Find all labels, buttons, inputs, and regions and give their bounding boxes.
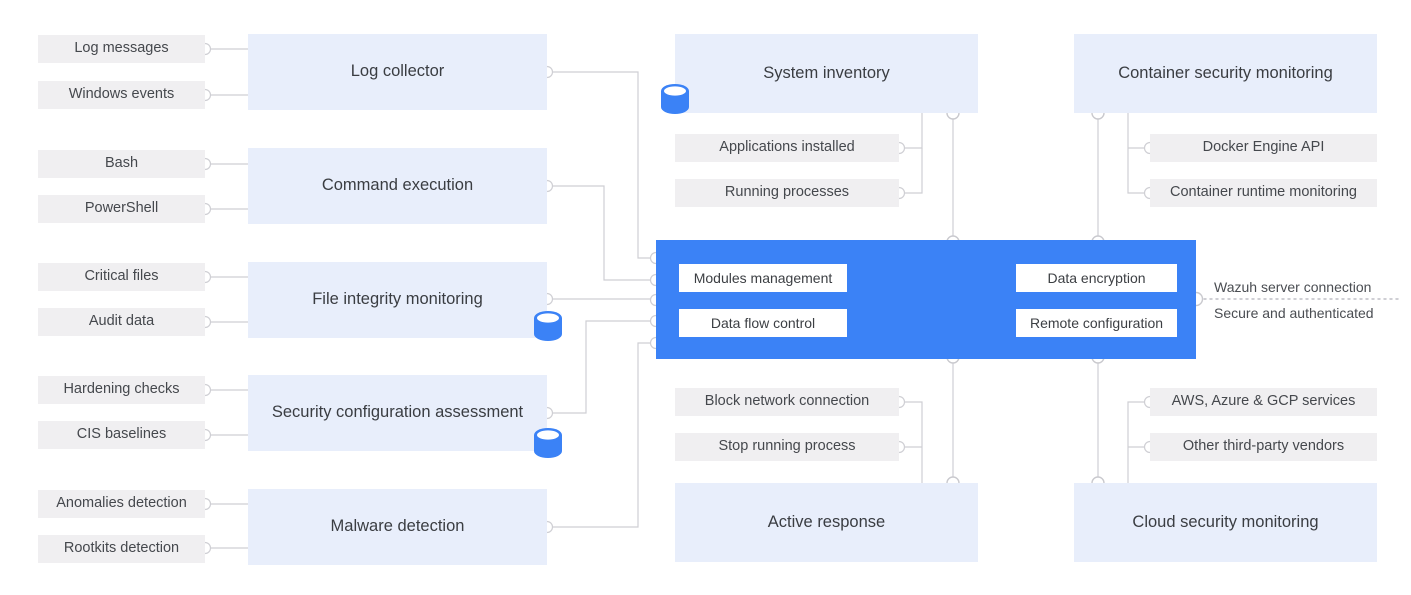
module-label: Log collector <box>350 62 445 81</box>
diagram-canvas: Log messages Windows events Log collecto… <box>0 0 1411 595</box>
database-icon-security-configuration <box>531 425 565 461</box>
module-log-collector[interactable]: Log collector <box>248 34 547 110</box>
chip-label: Anomalies detection <box>56 495 187 512</box>
chip-label: Block network connection <box>704 393 870 410</box>
module-command-execution[interactable]: Command execution <box>248 148 547 224</box>
daemon-chip-modules-management[interactable]: Modules management <box>679 264 847 292</box>
daemon-chip-data-flow-control[interactable]: Data flow control <box>679 309 847 337</box>
item-chip-other-third-party-vendors[interactable]: Other third-party vendors <box>1150 433 1377 461</box>
subchip-label: Remote configuration <box>1029 315 1164 331</box>
chip-label: CIS baselines <box>76 426 167 443</box>
input-chip-windows-events[interactable]: Windows events <box>38 81 205 109</box>
subchip-label: Data flow control <box>710 315 816 331</box>
chip-label: Bash <box>104 155 139 172</box>
chip-label: Docker Engine API <box>1202 139 1325 156</box>
chip-label: Stop running process <box>718 438 856 455</box>
chip-label: Windows events <box>68 86 175 103</box>
chip-label: Audit data <box>88 313 155 330</box>
input-chip-audit-data[interactable]: Audit data <box>38 308 205 336</box>
input-chip-critical-files[interactable]: Critical files <box>38 263 205 291</box>
item-chip-stop-running-process[interactable]: Stop running process <box>675 433 899 461</box>
module-label: Container security monitoring <box>1118 63 1333 82</box>
input-chip-rootkits-detection[interactable]: Rootkits detection <box>38 535 205 563</box>
item-chip-docker-engine-api[interactable]: Docker Engine API <box>1150 134 1377 162</box>
server-connection-sublabel: Secure and authenticated <box>1214 305 1374 321</box>
module-label: File integrity monitoring <box>312 290 483 309</box>
chip-label: Hardening checks <box>63 381 180 398</box>
module-label: System inventory <box>763 63 890 82</box>
module-label: Command execution <box>321 176 474 195</box>
item-chip-applications-installed[interactable]: Applications installed <box>675 134 899 162</box>
daemon-chip-remote-configuration[interactable]: Remote configuration <box>1016 309 1177 337</box>
module-container-security-monitoring[interactable]: Container security monitoring <box>1074 34 1377 113</box>
daemon-chip-data-encryption[interactable]: Data encryption <box>1016 264 1177 292</box>
module-active-response[interactable]: Active response <box>675 483 978 562</box>
chip-label: Critical files <box>84 268 159 285</box>
module-label: Malware detection <box>330 517 465 536</box>
database-icon-system-inventory <box>658 81 692 117</box>
agent-daemon-block[interactable] <box>656 240 1196 359</box>
item-chip-block-network-connection[interactable]: Block network connection <box>675 388 899 416</box>
input-chip-log-messages[interactable]: Log messages <box>38 35 205 63</box>
subchip-label: Modules management <box>693 270 833 286</box>
subchip-label: Data encryption <box>1047 270 1146 286</box>
chip-label: Applications installed <box>719 139 855 156</box>
chip-label: Other third-party vendors <box>1182 438 1345 455</box>
module-label: Active response <box>767 512 886 531</box>
item-chip-aws-azure-gcp-services[interactable]: AWS, Azure & GCP services <box>1150 388 1377 416</box>
chip-label: Container runtime monitoring <box>1170 184 1357 201</box>
module-security-configuration-assessment[interactable]: Security configuration assessment <box>248 375 547 451</box>
database-icon-file-integrity <box>531 308 565 344</box>
chip-label: PowerShell <box>84 200 159 217</box>
input-chip-cis-baselines[interactable]: CIS baselines <box>38 421 205 449</box>
server-connection-label: Wazuh server connection <box>1214 279 1372 295</box>
input-chip-bash[interactable]: Bash <box>38 150 205 178</box>
item-chip-container-runtime-monitoring[interactable]: Container runtime monitoring <box>1150 179 1377 207</box>
chip-label: AWS, Azure & GCP services <box>1171 393 1356 410</box>
module-label: Security configuration assessment <box>271 403 524 422</box>
module-label: Cloud security monitoring <box>1132 512 1319 531</box>
input-chip-hardening-checks[interactable]: Hardening checks <box>38 376 205 404</box>
chip-label: Rootkits detection <box>63 540 180 557</box>
input-chip-anomalies-detection[interactable]: Anomalies detection <box>38 490 205 518</box>
module-system-inventory[interactable]: System inventory <box>675 34 978 113</box>
item-chip-running-processes[interactable]: Running processes <box>675 179 899 207</box>
module-file-integrity-monitoring[interactable]: File integrity monitoring <box>248 262 547 338</box>
module-malware-detection[interactable]: Malware detection <box>248 489 547 565</box>
chip-label: Running processes <box>724 184 850 201</box>
module-cloud-security-monitoring[interactable]: Cloud security monitoring <box>1074 483 1377 562</box>
input-chip-powershell[interactable]: PowerShell <box>38 195 205 223</box>
chip-label: Log messages <box>74 40 169 57</box>
